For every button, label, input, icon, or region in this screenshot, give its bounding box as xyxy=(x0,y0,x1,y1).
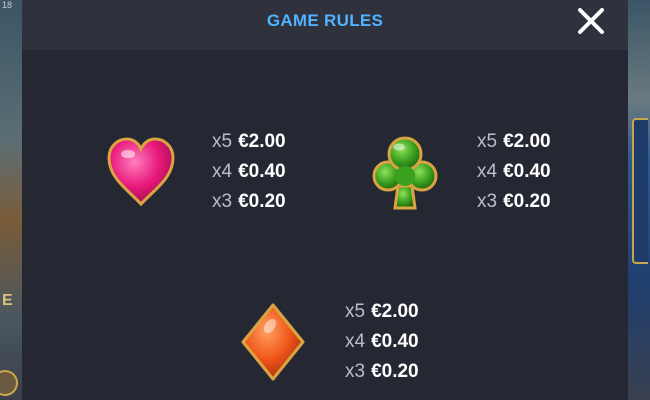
diamond-symbol xyxy=(240,302,306,387)
medal-icon xyxy=(0,370,18,396)
heart-symbol xyxy=(106,136,176,213)
payout-row: x4 €0.40 xyxy=(212,161,286,182)
background-number: 18 xyxy=(2,0,13,10)
background-scene-left: 18 E xyxy=(0,0,22,400)
background-scene-right xyxy=(628,0,650,400)
club-symbol xyxy=(371,134,439,217)
payout-row: x3 €0.20 xyxy=(345,361,419,382)
heart-icon xyxy=(107,137,175,207)
background-letter: E xyxy=(2,292,13,309)
game-rules-panel: GAME RULES x5 €2.00 x4 €0.40 x3 €0.20 x5… xyxy=(22,0,628,400)
payout-row: x5 €2.00 xyxy=(477,131,551,152)
close-button[interactable] xyxy=(577,7,605,35)
reel-frame xyxy=(632,118,648,264)
payout-row: x3 €0.20 xyxy=(477,191,551,212)
club-icon xyxy=(372,136,438,210)
payout-row: x5 €2.00 xyxy=(345,301,419,322)
payout-row: x5 €2.00 xyxy=(212,131,286,152)
close-icon xyxy=(578,8,604,34)
diamond-icon xyxy=(241,303,305,381)
club-paytable: x5 €2.00 x4 €0.40 x3 €0.20 xyxy=(477,127,551,217)
heart-paytable: x5 €2.00 x4 €0.40 x3 €0.20 xyxy=(212,127,286,217)
panel-header: GAME RULES xyxy=(22,0,628,50)
page-title: GAME RULES xyxy=(266,11,384,30)
diamond-paytable: x5 €2.00 x4 €0.40 x3 €0.20 xyxy=(345,297,419,387)
payout-row: x3 €0.20 xyxy=(212,191,286,212)
payout-row: x4 €0.40 xyxy=(345,331,419,352)
payout-row: x4 €0.40 xyxy=(477,161,551,182)
